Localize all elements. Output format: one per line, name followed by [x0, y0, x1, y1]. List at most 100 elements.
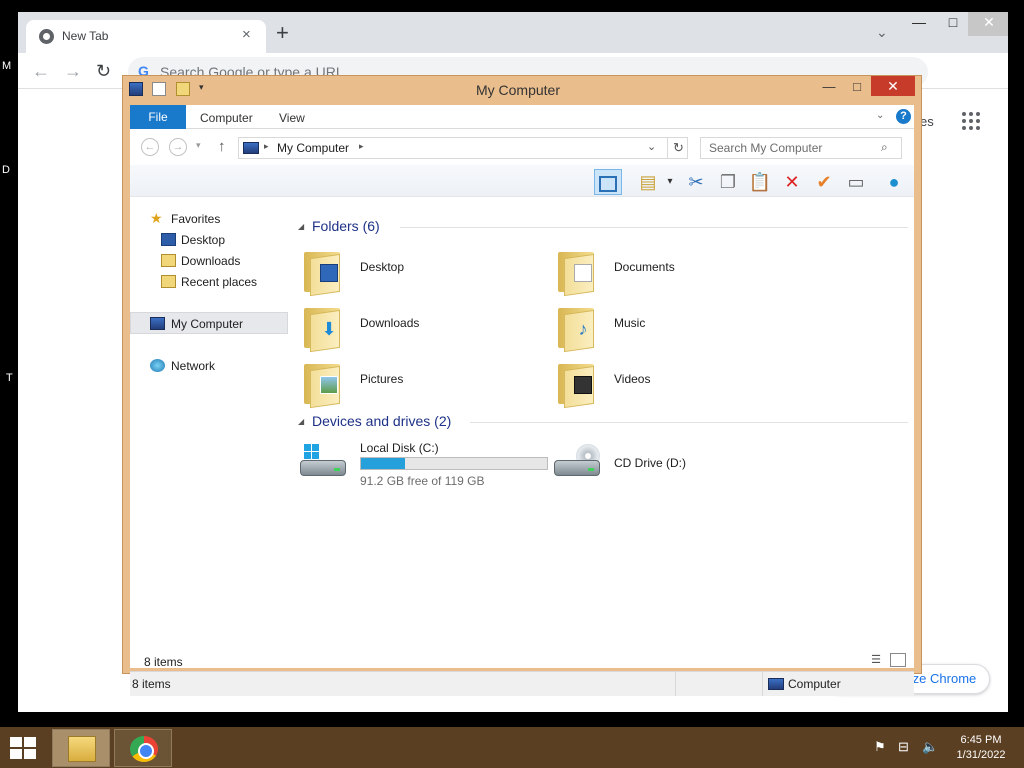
nav-favorites-label: Favorites [171, 212, 221, 226]
windows-logo-icon [304, 444, 320, 460]
system-clock[interactable]: 6:45 PM 1/31/2022 [948, 733, 1014, 763]
collapse-triangle-icon[interactable]: ◢ [298, 417, 304, 426]
clock-time: 6:45 PM [960, 734, 1002, 746]
refresh-icon[interactable]: ↻ [667, 138, 689, 158]
globe-icon[interactable]: ● [880, 169, 908, 195]
explorer-close-button[interactable]: ✕ [871, 76, 915, 96]
edge-letter-m: M [2, 60, 12, 72]
tab-close-icon[interactable]: × [242, 26, 251, 43]
help-icon[interactable]: ? [896, 109, 911, 124]
folder-downloads[interactable]: ⬇ Downloads [290, 298, 540, 353]
ribbon-file-tab[interactable]: File [130, 105, 186, 129]
explorer-maximize-button[interactable]: □ [843, 78, 871, 98]
large-icons-view-icon[interactable] [890, 653, 906, 667]
tab-search-icon[interactable]: ⌄ [876, 24, 888, 41]
drive-c-name: Local Disk (C:) [360, 441, 439, 455]
start-button[interactable] [10, 737, 38, 759]
explorer-minimize-button[interactable]: — [815, 78, 843, 98]
chrome-tabstrip: New Tab × + ⌄ — □ ✕ [18, 12, 1008, 53]
chrome-partial-text: es [920, 114, 934, 129]
search-box[interactable]: Search My Computer ⌕ [700, 137, 902, 159]
action-center-flag-icon[interactable]: ⚑ [874, 739, 886, 755]
back-button[interactable]: ← [141, 138, 159, 156]
check-icon[interactable]: ✔ [810, 169, 838, 195]
content-pane: ◢ Folders (6) Desktop Documents ⬇ Downlo… [290, 198, 910, 638]
nav-network[interactable]: Network [130, 355, 288, 377]
nav-favorites[interactable]: ★ Favorites [130, 208, 288, 230]
google-apps-icon[interactable] [962, 112, 982, 132]
taskbar-chrome[interactable] [114, 729, 172, 767]
documents-folder-icon [558, 246, 602, 297]
chrome-icon [130, 736, 158, 762]
breadcrumb-arrow-icon[interactable]: ▸ [359, 141, 364, 152]
view-switcher: ☰ [868, 653, 908, 669]
nav-downloads-label: Downloads [181, 254, 241, 268]
ribbon-tab-view[interactable]: View [279, 105, 305, 129]
desktop-icon [161, 233, 176, 246]
drives-group-header[interactable]: ◢ Devices and drives (2) [298, 413, 910, 433]
pictures-folder-icon [304, 358, 348, 409]
volume-muted-icon[interactable]: 🔈 [922, 739, 938, 755]
folder-pictures[interactable]: Pictures [290, 354, 540, 409]
computer-icon [150, 317, 165, 330]
options-dropdown-icon[interactable]: ▾ [656, 169, 684, 195]
explorer-title: My Computer [475, 82, 561, 98]
reload-icon[interactable]: ↻ [96, 61, 111, 82]
rename-icon[interactable]: ▭ [842, 169, 870, 195]
edge-letter-t: T [6, 372, 13, 384]
network-tray-icon[interactable]: ⊟ [898, 739, 909, 755]
delete-icon[interactable]: ✕ [778, 169, 806, 195]
address-dropdown-icon[interactable]: ⌄ [647, 140, 656, 153]
folder-desktop[interactable]: Desktop [290, 242, 540, 297]
chrome-tab-title: New Tab [62, 29, 109, 43]
drive-d-name: CD Drive (D:) [614, 456, 686, 470]
folder-documents[interactable]: Documents [544, 242, 794, 297]
address-bar[interactable]: ▸ My Computer ▸ ⌄ ↻ [238, 137, 688, 159]
explorer-window: ▾ My Computer — □ ✕ File Computer View ⌄… [122, 75, 922, 696]
folder-videos[interactable]: Videos [544, 354, 794, 409]
status-items-count: 8 items [132, 677, 171, 691]
nav-desktop[interactable]: Desktop [130, 229, 288, 251]
drive-c-free-space: 91.2 GB free of 119 GB [360, 474, 485, 488]
preview-pane-icon[interactable] [594, 169, 622, 195]
drive-local-disk-c[interactable]: Local Disk (C:) 91.2 GB free of 119 GB [290, 436, 552, 490]
nav-my-computer-label: My Computer [171, 317, 244, 331]
folder-music-label: Music [614, 316, 646, 330]
chrome-favicon-icon [39, 29, 54, 44]
nav-my-computer[interactable]: My Computer [130, 312, 288, 334]
recent-locations-icon[interactable]: ▾ [196, 140, 201, 151]
paste-icon[interactable]: 📋 [746, 169, 774, 195]
explorer-titlebar[interactable]: ▾ My Computer — □ ✕ [123, 76, 921, 104]
collapse-triangle-icon[interactable]: ◢ [298, 222, 304, 231]
ribbon-tab-computer[interactable]: Computer [200, 105, 253, 129]
details-view-icon[interactable]: ☰ [868, 653, 884, 667]
nav-downloads[interactable]: Downloads [130, 250, 288, 272]
breadcrumb-my-computer[interactable]: My Computer [277, 141, 349, 155]
chrome-tab-new-tab[interactable]: New Tab × [26, 20, 266, 53]
command-bar: ▤ ▾ ✂ ❐ 📋 ✕ ✔ ▭ ● [130, 165, 914, 197]
cut-icon[interactable]: ✂ [682, 169, 710, 195]
forward-button[interactable]: → [169, 138, 187, 156]
search-icon[interactable]: ⌕ [881, 140, 888, 155]
address-navbar: ← → ▾ ↑ ▸ My Computer ▸ ⌄ ↻ Search My Co… [130, 129, 914, 165]
downloads-folder-icon [161, 254, 176, 267]
items-count: 8 items [144, 655, 183, 669]
folder-music[interactable]: ♪ Music [544, 298, 794, 353]
taskbar-file-explorer[interactable] [52, 729, 110, 767]
search-placeholder: Search My Computer [709, 141, 823, 155]
drives-group-title: Devices and drives (2) [312, 413, 452, 429]
copy-icon[interactable]: ❐ [714, 169, 742, 195]
clock-date: 1/31/2022 [956, 749, 1006, 761]
folders-group-header[interactable]: ◢ Folders (6) [298, 218, 910, 238]
new-tab-button[interactable]: + [276, 20, 289, 46]
up-button[interactable]: ↑ [218, 138, 226, 155]
back-arrow-icon[interactable]: ← [32, 61, 50, 82]
drive-cd-d[interactable]: CD Drive (D:) [544, 436, 794, 490]
star-icon: ★ [150, 210, 163, 226]
ribbon-expand-icon[interactable]: ⌄ [876, 110, 884, 121]
chrome-close-button[interactable]: ✕ [968, 12, 1008, 36]
nav-recent-places[interactable]: Recent places [130, 271, 288, 293]
forward-arrow-icon[interactable]: → [64, 61, 82, 82]
edge-letter-d: D [2, 164, 10, 176]
breadcrumb-arrow-icon[interactable]: ▸ [264, 141, 269, 152]
